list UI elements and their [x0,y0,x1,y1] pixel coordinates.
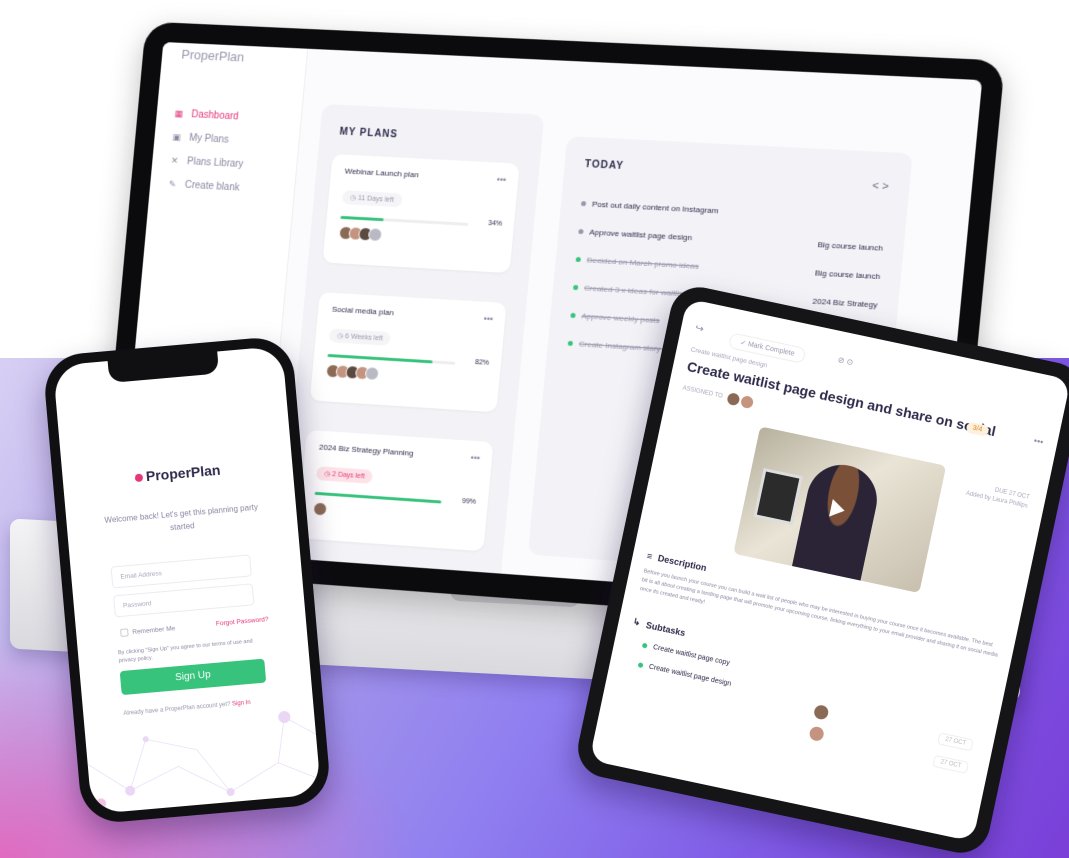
forgot-password-link[interactable]: Forgot Password? [216,616,269,628]
email-field[interactable]: Email Address [110,554,252,589]
pencil-icon: ✎ [168,178,177,190]
task-plan: 2024 Biz Strategy [812,296,878,310]
more-icon[interactable]: ••• [1033,436,1044,448]
avatar [812,703,830,721]
task-name: Post out daily content on Instagram [580,199,719,215]
sidebar-item-label: My Plans [188,132,230,146]
progress-percent: 82% [474,359,490,367]
more-icon[interactable]: ••• [496,175,506,185]
subtasks-icon: ↳ [632,616,642,628]
plan-card[interactable]: Social media plan ••• ◷ 6 Weeks left 82% [309,292,507,413]
back-arrow-icon[interactable]: ↪ [694,323,704,336]
network-decoration [87,711,320,809]
more-icon[interactable]: ••• [483,314,493,324]
progress-bar [327,353,456,365]
sidebar-item-label: Plans Library [186,155,244,170]
video-thumbnail-person [791,458,884,581]
sidebar-nav: ▦ Dashboard ▣ My Plans ✕ Plans Library ✎… [167,102,249,200]
phone: ProperPlan Welcome back! Let's get this … [41,334,333,826]
more-icon[interactable]: ••• [470,453,480,464]
days-left-chip: ◷ 6 Weeks left [328,328,392,346]
plan-name: 2024 Biz Strategy Planning [318,442,414,458]
progress-percent: 34% [487,220,503,228]
task-row[interactable]: Approve waitlist page design Big course l… [578,227,883,253]
status-dot-icon [637,662,644,669]
library-icon: ✕ [170,155,179,166]
status-dot-icon [575,256,582,263]
task-plan: Big course launch [814,268,881,282]
avatar-group [325,363,380,381]
status-dot-icon [641,642,648,649]
app-logo: ProperPlan [62,455,293,491]
welcome-text: Welcome back! Let's get this planning pa… [104,502,259,533]
task-list: Post out daily content on Instagram Appro… [567,136,912,354]
days-left-chip: ◷ 2 Days left [315,466,374,484]
avatar-group [338,225,383,242]
checkbox-icon [120,628,129,637]
avatar-group [312,501,328,517]
task-plan [885,215,886,224]
sidebar-item-label: Dashboard [190,108,240,122]
my-plans-title: MY PLANS [339,126,399,141]
subtask-item[interactable]: Create waitlist page design [637,661,732,688]
avatar [724,390,742,408]
status-dot-icon [578,228,584,235]
task-name: Approve waitlist page design [578,227,692,242]
avatar [367,227,383,242]
phone-screen: ProperPlan Welcome back! Let's get this … [52,345,322,815]
logo-dot-icon [134,473,144,483]
task-name: Approve weekly posts [570,311,660,325]
dashboard-icon: ▦ [174,108,184,119]
progress-bar [340,215,469,226]
plan-name: Webinar Launch plan [344,166,420,180]
book-prop [753,467,803,526]
date-nav-arrows[interactable]: < > [872,180,890,193]
task-row[interactable]: Decided on March promo ideas Big course l… [575,255,881,282]
plans-icon: ▣ [172,131,182,143]
avatar [738,393,756,411]
days-left-chip: ◷ 11 Days left [341,190,403,208]
video-player[interactable] [733,426,947,594]
my-plans-panel: MY PLANS Webinar Launch plan ••• ◷ 11 Da… [279,103,545,583]
avatar [808,725,825,743]
task-name: Decided on March promo ideas [575,255,699,271]
sidebar-item-create-blank[interactable]: ✎ Create blank [167,172,243,199]
plan-card[interactable]: 2024 Biz Strategy Planning ••• ◷ 2 Days … [296,429,494,552]
subtask-item[interactable]: Create waitlist page copy [641,642,730,667]
status-dot-icon [580,200,587,207]
plan-card[interactable]: Webinar Launch plan ••• ◷ 11 Days left 3… [322,153,520,274]
due-date: 27 OCT [937,732,974,752]
task-plan: Big course launch [817,240,884,253]
status-dot-icon [570,312,576,319]
plan-name: Social media plan [331,304,395,318]
due-date: 27 OCT [932,754,970,774]
avatar [364,366,380,381]
due-info: DUE 27 OCT Added by Laura Phillips [965,487,1030,510]
remember-me-checkbox[interactable]: Remember Me [120,624,175,637]
sidebar-item-label: Create blank [184,179,241,194]
subtasks-heading: ↳ Subtasks [632,616,687,638]
password-field[interactable]: Password [113,583,255,618]
avatar [312,501,328,517]
today-title: TODAY [584,159,625,173]
progress-percent: 99% [461,497,477,506]
attachment-icon[interactable]: ⊘ ⊙ [837,355,854,367]
task-row[interactable]: Post out daily content on Instagram [580,199,886,224]
phone-notch [107,351,220,384]
status-dot-icon [567,340,574,347]
progress-bar [314,491,443,504]
app-logo: ProperPlan [180,46,245,65]
tablet-screen: ↪ ✓ Mark Complete ⊘ ⊙ Create waitlist pa… [589,298,1069,842]
description-icon: ≡ [645,550,654,562]
task-name: Create Instagram story poll [567,339,676,354]
assigned-to: ASSIGNED TO [681,382,756,411]
status-dot-icon [572,284,579,291]
